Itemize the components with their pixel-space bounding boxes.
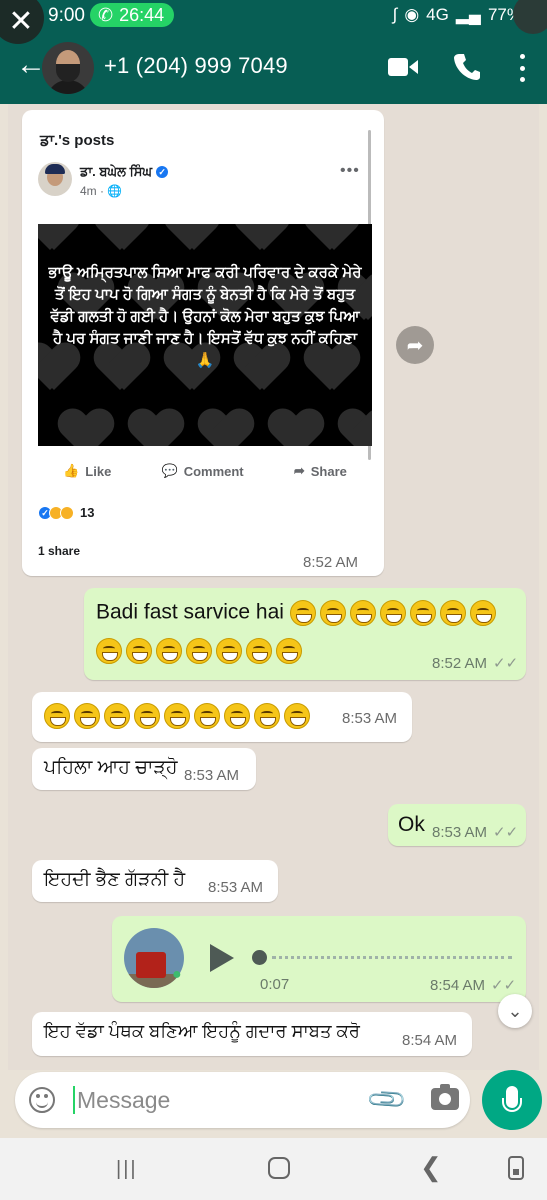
back-icon[interactable]: ❮ (420, 1152, 442, 1183)
camera-icon[interactable] (431, 1084, 459, 1110)
screenshot-icon[interactable] (508, 1156, 524, 1180)
message-bubble-incoming[interactable]: 8:53 AM (32, 692, 412, 742)
avatar[interactable] (42, 42, 94, 94)
mic-icon (502, 1086, 522, 1112)
verified-icon: ✓ (156, 166, 169, 178)
signal-icon: ▂▄ (455, 5, 481, 24)
share-icon: ➦ (293, 463, 305, 478)
emoji-icon[interactable] (29, 1087, 55, 1113)
read-ticks-icon: ✓✓ (493, 655, 519, 672)
text-caret (73, 1086, 75, 1114)
mic-icon: ● (172, 966, 182, 983)
message-time: 8:53 AM (208, 879, 264, 896)
fb-post-image: ਭਾਊ ਅਮ੍ਰਿਤਪਾਲ ਸਿਆ ਮਾਫ ਕਰੀ ਪਰਿਵਾਰ ਦੇ ਕਰਕੇ… (38, 224, 372, 446)
voice-call-icon[interactable] (454, 52, 480, 80)
fb-action-row: 👍 Like 💬 Comment ➦ Share (38, 456, 372, 486)
ongoing-call-chip[interactable]: ✆ 26:44 (90, 3, 175, 27)
fb-share-count: 1 share (38, 544, 81, 558)
bluetooth-icon: ∫ (392, 5, 398, 24)
contact-name[interactable]: +1 (204) 999 7049 (104, 53, 288, 79)
message-text: ਪਹਿਲਾ ਆਹ ਚਾੜ੍ਹੋ (44, 757, 178, 778)
read-ticks-icon: ✓✓ (491, 977, 517, 994)
voice-duration: 0:07 (260, 976, 290, 993)
message-time: 8:52 AM ✓✓ (432, 655, 519, 672)
message-time: 8:53 AM ✓✓ (432, 824, 519, 841)
voice-record-button[interactable] (482, 1070, 542, 1130)
fb-share: ➦ Share (293, 463, 347, 479)
attach-icon[interactable]: 📎 (365, 1077, 410, 1122)
message-time: 8:54 AM (402, 1032, 458, 1049)
recent-apps-icon[interactable]: ||| (116, 1158, 138, 1181)
forward-icon[interactable]: ➦ (396, 326, 434, 364)
fb-author-name: ਡਾ. ਬਘੇਲ ਸਿੰਘ ✓ (80, 164, 169, 180)
message-composer: 📎 (15, 1072, 470, 1128)
message-bubble-incoming[interactable]: ਪਹਿਲਾ ਆਹ ਚਾੜ੍ਹੋ 8:53 AM (32, 748, 256, 790)
fb-comment: 💬 Comment (161, 463, 244, 479)
voice-message-bubble[interactable]: ● 0:07 8:54 AM ✓✓ (112, 916, 526, 1002)
fb-like: 👍 Like (63, 463, 112, 479)
message-text: ਇਹਦੀ ਭੈਣ ਗੱੜਨੀ ਹੈ (44, 869, 186, 890)
chat-header: ← +1 (204) 999 7049 (0, 32, 547, 104)
message-bubble-incoming[interactable]: ਇਹ ਵੱਡਾ ਪੰਥਕ ਬਣਿਆ ਇਹਨੂੰ ਗਦਾਰ ਸਾਬਤ ਕਰੋ 8:… (32, 1012, 472, 1056)
fb-post-card[interactable]: ਡਾ.'s posts ਡਾ. ਬਘੇਲ ਸਿੰਘ ✓ 4m · 🌐 ••• ਭ… (22, 110, 384, 558)
grin-emoji-row (44, 703, 314, 729)
fb-author-avatar (38, 162, 72, 196)
grin-emoji-row-2 (96, 638, 306, 664)
status-bar: 9:00 ✆ 26:44 ∫ ◉ 4G ▂▄ 77% (0, 0, 547, 32)
reaction-count: 13 (80, 505, 95, 520)
thumbs-up-icon: 👍 (63, 463, 80, 478)
fb-page-label: ਡਾ.'s posts (40, 132, 115, 149)
message-bubble-outgoing[interactable]: Badi fast sarvice hai 8:52 AM ✓✓ (84, 588, 526, 680)
scroll-down-icon[interactable]: ⌄ (498, 994, 532, 1028)
message-time: 8:53 AM (342, 710, 398, 727)
voice-progress-handle[interactable] (252, 950, 267, 965)
location-icon: ◉ (404, 5, 420, 24)
fb-post-meta: 4m · 🌐 (80, 184, 123, 198)
more-options-icon: ••• (340, 162, 360, 179)
home-icon[interactable] (268, 1157, 290, 1179)
status-time: 9:00 (48, 5, 85, 26)
message-time: 8:52 AM (303, 554, 359, 571)
message-text: Badi fast sarvice hai (96, 600, 500, 626)
video-call-icon[interactable] (388, 56, 418, 78)
chat-area[interactable]: ਡਾ.'s posts ਡਾ. ਬਘੇਲ ਸਿੰਘ ✓ 4m · 🌐 ••• ਭ… (8, 104, 539, 1070)
message-text: Ok (398, 813, 425, 836)
network-type: 4G (426, 5, 449, 24)
call-duration: 26:44 (119, 4, 165, 25)
message-input[interactable] (77, 1082, 357, 1118)
message-text: ਇਹ ਵੱਡਾ ਪੰਥਕ ਬਣਿਆ ਇਹਨੂੰ ਗਦਾਰ ਸਾਬਤ ਕਰੋ (44, 1021, 360, 1041)
phone-icon: ✆ (98, 4, 114, 25)
read-ticks-icon: ✓✓ (493, 824, 519, 841)
play-icon[interactable] (210, 944, 234, 972)
menu-icon[interactable] (514, 54, 530, 82)
message-bubble-fb-post[interactable]: ਡਾ.'s posts ਡਾ. ਬਘੇਲ ਸਿੰਘ ✓ 4m · 🌐 ••• ਭ… (22, 110, 384, 576)
message-time: 8:54 AM ✓✓ (430, 977, 517, 994)
grin-emoji-row-1 (289, 600, 500, 626)
message-bubble-outgoing[interactable]: Ok 8:53 AM ✓✓ (388, 804, 526, 846)
fb-reactions: ✓ 13 (38, 505, 94, 520)
comment-icon: 💬 (161, 463, 178, 478)
wow-reaction-icon (60, 505, 74, 520)
message-time: 8:53 AM (184, 767, 240, 784)
message-bubble-incoming[interactable]: ਇਹਦੀ ਭੈਣ ਗੱੜਨੀ ਹੈ 8:53 AM (32, 860, 278, 902)
system-nav-bar: ||| ❮ (0, 1138, 547, 1200)
voice-waveform[interactable] (272, 956, 512, 959)
fb-image-text: ਭਾਊ ਅਮ੍ਰਿਤਪਾਲ ਸਿਆ ਮਾਫ ਕਰੀ ਪਰਿਵਾਰ ਦੇ ਕਰਕੇ… (48, 264, 362, 369)
